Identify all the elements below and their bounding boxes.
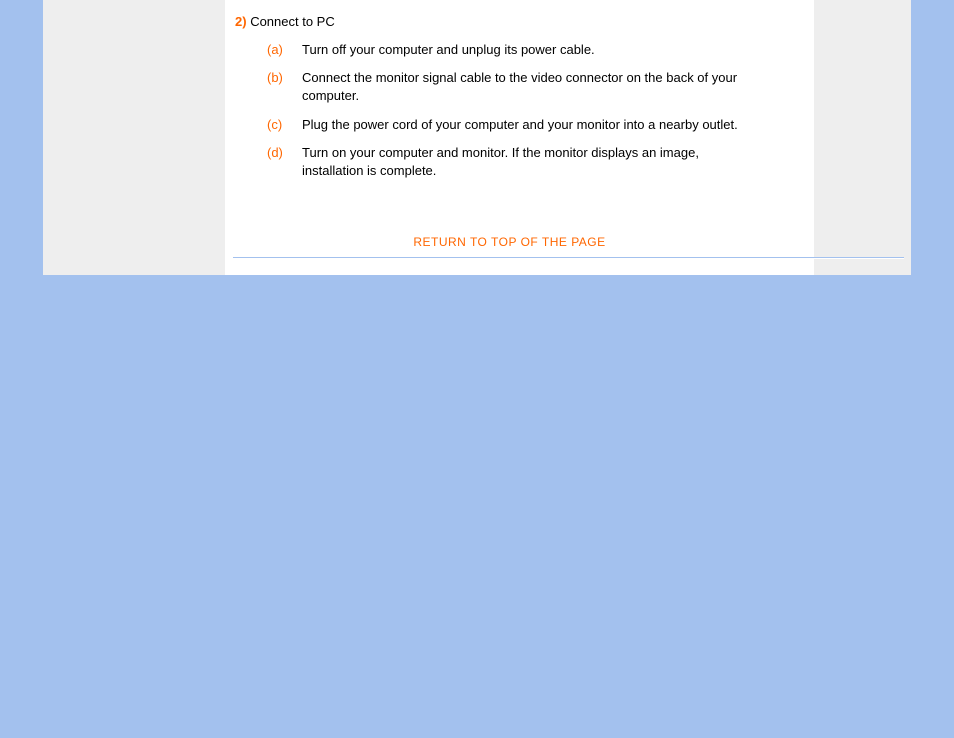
step-item: (a) Turn off your computer and unplug it… bbox=[267, 41, 784, 59]
step-text: Plug the power cord of your computer and… bbox=[302, 116, 738, 134]
step-item: (c) Plug the power cord of your computer… bbox=[267, 116, 784, 134]
bottom-divider bbox=[233, 257, 904, 259]
step-item: (b) Connect the monitor signal cable to … bbox=[267, 69, 784, 105]
section-heading: 2) Connect to PC bbox=[235, 14, 784, 29]
section-title: Connect to PC bbox=[250, 14, 335, 29]
content-area: 2) Connect to PC (a) Turn off your compu… bbox=[225, 0, 814, 275]
step-text: Connect the monitor signal cable to the … bbox=[302, 69, 742, 105]
step-letter: (b) bbox=[267, 69, 302, 105]
step-list: (a) Turn off your computer and unplug it… bbox=[267, 41, 784, 180]
page-wrapper: 2) Connect to PC (a) Turn off your compu… bbox=[0, 0, 954, 738]
return-to-top-link[interactable]: RETURN TO TOP OF THE PAGE bbox=[235, 235, 784, 249]
section-number: 2) bbox=[235, 14, 247, 29]
step-text: Turn on your computer and monitor. If th… bbox=[302, 144, 742, 180]
step-text: Turn off your computer and unplug its po… bbox=[302, 41, 595, 59]
right-gutter bbox=[814, 0, 911, 275]
page-container: 2) Connect to PC (a) Turn off your compu… bbox=[43, 0, 911, 275]
sidebar bbox=[43, 0, 225, 275]
step-letter: (a) bbox=[267, 41, 302, 59]
step-letter: (d) bbox=[267, 144, 302, 180]
step-item: (d) Turn on your computer and monitor. I… bbox=[267, 144, 784, 180]
step-letter: (c) bbox=[267, 116, 302, 134]
